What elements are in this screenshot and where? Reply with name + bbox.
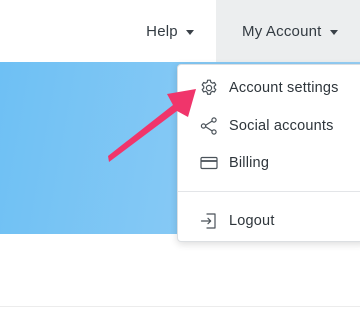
menu-item-billing[interactable]: Billing xyxy=(178,145,360,181)
help-menu-button[interactable]: Help xyxy=(126,0,214,62)
menu-item-label: Social accounts xyxy=(229,118,334,134)
account-dropdown-menu: Account settings Social accounts Billing xyxy=(177,64,360,242)
chevron-down-icon xyxy=(185,29,194,35)
menu-item-social-accounts[interactable]: Social accounts xyxy=(178,108,360,144)
share-icon xyxy=(200,117,217,135)
menu-item-logout[interactable]: Logout xyxy=(178,203,360,239)
menu-item-label: Account settings xyxy=(229,80,339,96)
menu-item-label: Billing xyxy=(229,155,270,171)
my-account-menu-button[interactable]: My Account xyxy=(216,0,360,62)
my-account-menu-label: My Account xyxy=(242,22,322,40)
chevron-down-icon xyxy=(329,29,338,35)
top-navigation-bar: Help My Account xyxy=(0,0,360,62)
gear-icon xyxy=(201,79,217,95)
menu-item-account-settings[interactable]: Account settings xyxy=(178,70,360,106)
section-divider xyxy=(0,306,360,307)
logout-icon xyxy=(200,213,216,229)
help-menu-label: Help xyxy=(146,22,178,40)
menu-divider xyxy=(178,191,360,192)
credit-card-icon xyxy=(200,156,218,170)
menu-item-label: Logout xyxy=(229,213,275,229)
